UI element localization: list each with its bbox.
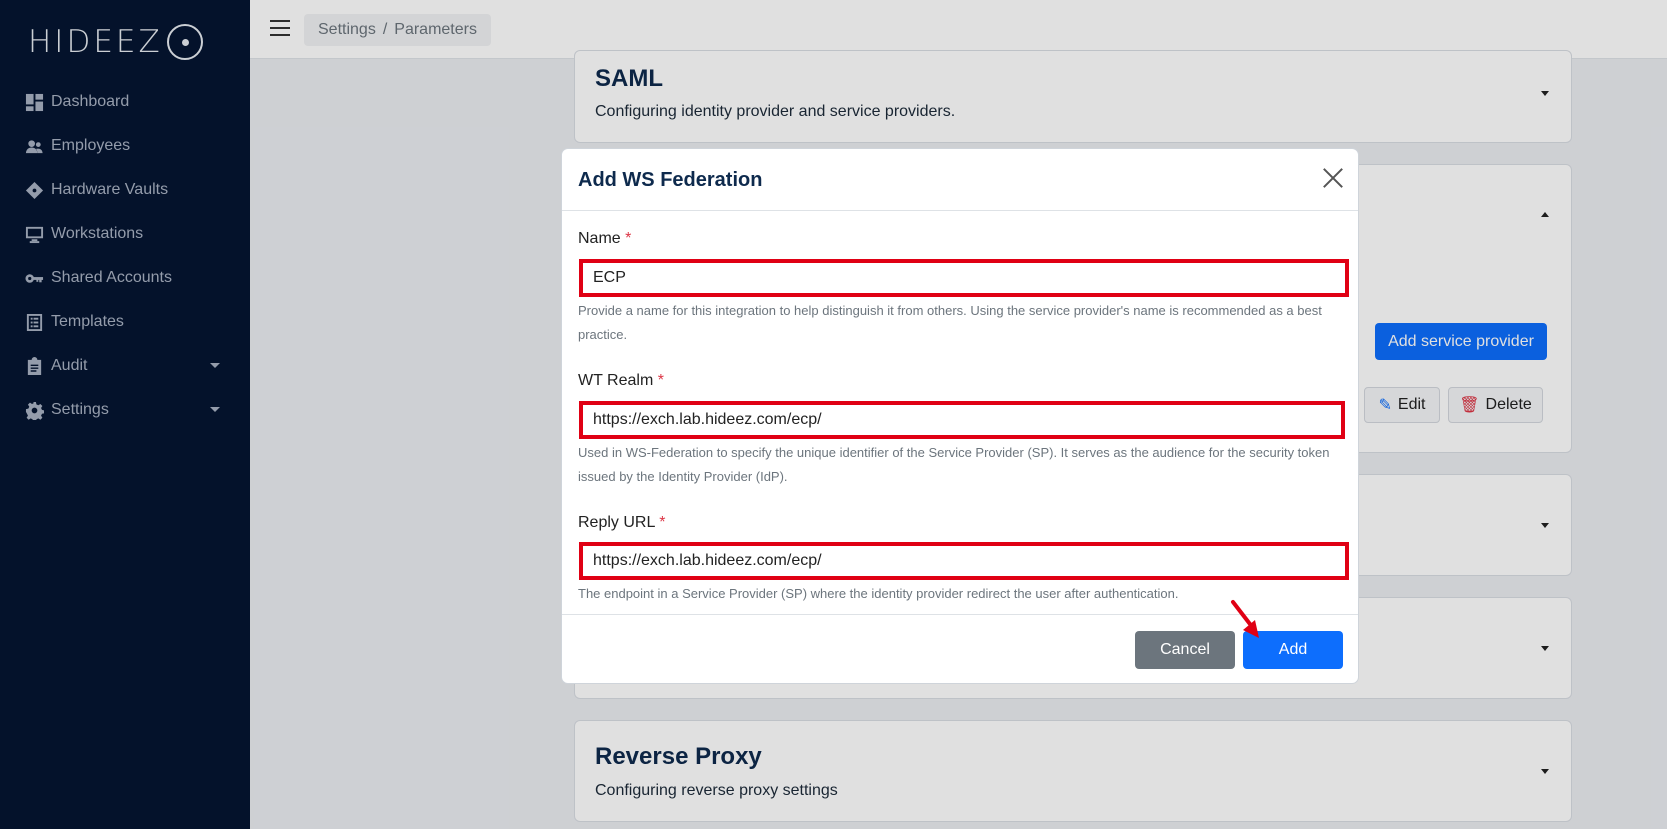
- name-label: Name *: [578, 230, 631, 248]
- name-input[interactable]: [579, 259, 1349, 297]
- name-help-text: Provide a name for this integration to h…: [578, 303, 1322, 342]
- annotation-arrow-icon: [1231, 600, 1259, 638]
- required-mark: *: [657, 372, 664, 389]
- required-mark: *: [625, 230, 632, 247]
- reply-url-label: Reply URL *: [578, 514, 665, 532]
- wt-realm-help-text: Used in WS-Federation to specify the uni…: [578, 445, 1330, 484]
- reply-url-input[interactable]: [579, 542, 1349, 580]
- wt-realm-label-text: WT Realm: [578, 372, 654, 389]
- name-label-text: Name: [578, 230, 621, 247]
- wt-realm-label: WT Realm *: [578, 372, 664, 390]
- modal-header: Add WS Federation: [562, 149, 1358, 211]
- modal-title: Add WS Federation: [578, 169, 763, 191]
- reply-url-label-text: Reply URL: [578, 514, 655, 531]
- wt-realm-input[interactable]: [579, 401, 1345, 439]
- required-mark: *: [659, 514, 666, 531]
- close-icon[interactable]: [1322, 167, 1344, 189]
- cancel-button[interactable]: Cancel: [1135, 631, 1235, 669]
